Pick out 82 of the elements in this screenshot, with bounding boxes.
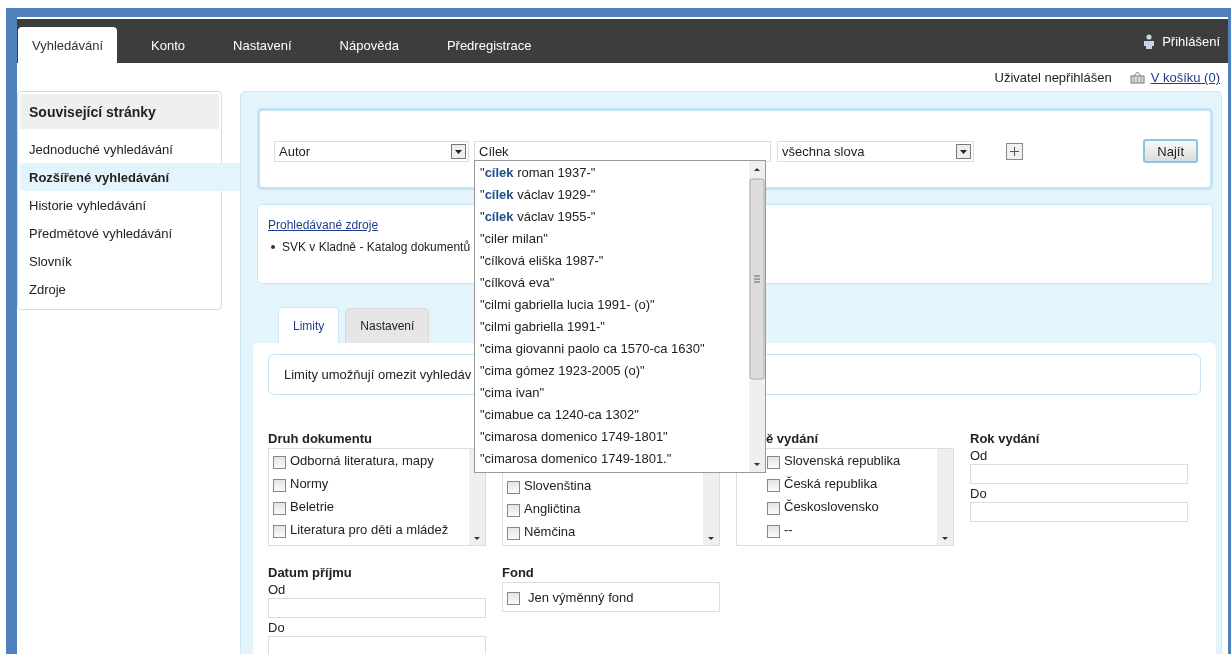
add-button[interactable] xyxy=(1006,142,1023,160)
input-field[interactable] xyxy=(268,636,486,654)
option-label: Normy xyxy=(290,476,329,491)
nav-tab[interactable]: Předregistrace xyxy=(432,27,546,63)
option-label: Česká republika xyxy=(784,476,878,491)
input-field[interactable] xyxy=(970,464,1188,484)
suggestion-item[interactable]: "cimabue ca 1240-ca 1302" xyxy=(475,403,749,426)
suggestion-item[interactable]: "cílek václav 1929-" xyxy=(475,183,749,206)
suggestion-item[interactable]: "cilmi gabriella 1991-" xyxy=(475,315,749,338)
checkbox[interactable] xyxy=(507,592,520,605)
panel-tab[interactable]: Nastavení xyxy=(345,308,430,343)
suggestion-item[interactable]: "cílek václav 1955-" xyxy=(475,205,749,228)
search-field[interactable]: Cílek xyxy=(474,140,771,162)
find-button[interactable]: Najít xyxy=(1143,139,1198,163)
option-label: Literatura pro děti a mládež xyxy=(290,522,449,537)
option-label: -- xyxy=(784,522,793,537)
sidebar-item[interactable]: Rozšířené vyhledávání xyxy=(20,163,240,191)
checkbox[interactable] xyxy=(273,501,286,515)
sidebar-title: Související stránky xyxy=(20,94,219,129)
option-label: Slovenská republika xyxy=(784,453,901,468)
nav-tab[interactable]: Nastavení xyxy=(219,27,306,63)
checkbox[interactable] xyxy=(273,524,286,538)
option-label: Němčina xyxy=(524,524,576,539)
login-link[interactable]: Přihlášení xyxy=(1162,33,1220,49)
nav-tab[interactable]: Nápověda xyxy=(325,27,413,63)
suggestion-item[interactable]: "ciler milan" xyxy=(475,227,749,250)
suggestion-item[interactable]: "cimarosa domenico 1749-1801." xyxy=(475,447,749,470)
filter-heading: Datum příjmu xyxy=(268,564,353,582)
suggestion-item[interactable]: "cima giovanni paolo ca 1570-ca 1630" xyxy=(475,337,749,360)
sidebar-item[interactable]: Předmětové vyhledávání xyxy=(20,219,221,247)
plus-icon xyxy=(1009,145,1020,157)
option-label: Angličtina xyxy=(524,501,581,516)
suggestion-item[interactable]: "cilmi gabriella lucia 1991- (o)" xyxy=(475,293,749,316)
field-label: Do xyxy=(970,486,988,501)
suggestion-item[interactable]: "cílek roman 1937-" xyxy=(475,161,749,184)
checkbox[interactable] xyxy=(507,526,520,540)
filter-heading: Rok vydání xyxy=(970,430,1041,448)
field-label: Do xyxy=(268,620,286,635)
cart-link[interactable]: V košíku (0) xyxy=(1150,69,1220,85)
suggestion-item[interactable]: "cílková eva" xyxy=(475,271,749,294)
basket-icon xyxy=(1129,70,1145,84)
caret-icon xyxy=(451,143,466,159)
checkbox[interactable] xyxy=(767,455,780,469)
suggestion-item[interactable]: "cílková eliška 1987-" xyxy=(475,249,749,272)
mode-select[interactable]: všechna slova xyxy=(777,140,974,162)
option-label: Československo xyxy=(784,499,879,514)
panel-tab[interactable]: Limity xyxy=(278,307,340,343)
sidebar-item[interactable]: Jednoduché vyhledávání xyxy=(20,135,221,163)
suggestion-item[interactable]: "cima gómez 1923-2005 (o)" xyxy=(475,359,749,382)
field-label: Od xyxy=(268,582,287,597)
checkbox[interactable] xyxy=(273,455,286,469)
suggestion-item[interactable]: "cimarosa domenico 1749-1801" xyxy=(475,425,749,448)
checkbox[interactable] xyxy=(507,503,520,517)
scrollbar[interactable] xyxy=(937,449,953,545)
checkbox[interactable] xyxy=(767,478,780,492)
sidebar-item[interactable]: Historie vyhledávání xyxy=(20,191,221,219)
caret-icon xyxy=(956,143,971,159)
login-status: Uživatel nepřihlášen xyxy=(994,69,1112,85)
source-item: SVK v Kladně - Katalog dokumentů xyxy=(282,240,471,254)
bullet-icon xyxy=(271,245,275,249)
person-icon xyxy=(1142,33,1157,49)
scrollbar[interactable] xyxy=(749,160,765,472)
nav-tab[interactable]: Vyhledávání xyxy=(18,27,118,63)
field-label: Od xyxy=(970,448,989,463)
input-field[interactable] xyxy=(970,502,1188,522)
checkbox[interactable] xyxy=(767,501,780,515)
option-label: Jen výměnný fond xyxy=(528,589,634,605)
checkbox[interactable] xyxy=(273,478,286,492)
sidebar-item[interactable]: Slovník xyxy=(20,247,221,275)
option-label: Odborná literatura, mapy xyxy=(290,453,434,468)
option-label: Beletrie xyxy=(290,499,335,514)
sources-link[interactable]: Prohledávané zdroje xyxy=(268,218,379,232)
checkbox[interactable] xyxy=(767,524,780,538)
field-select[interactable]: Autor xyxy=(274,140,469,162)
filter-heading: Fond xyxy=(502,564,535,582)
nav-tab[interactable]: Konto xyxy=(137,27,200,63)
input-field[interactable] xyxy=(268,598,486,618)
sidebar-item[interactable]: Zdroje xyxy=(20,275,221,303)
checkbox[interactable] xyxy=(507,480,520,494)
option-label: Slovenština xyxy=(524,478,592,493)
suggestion-item[interactable]: "cima ivan" xyxy=(475,381,749,404)
filter-heading: ě vydání xyxy=(765,430,820,448)
